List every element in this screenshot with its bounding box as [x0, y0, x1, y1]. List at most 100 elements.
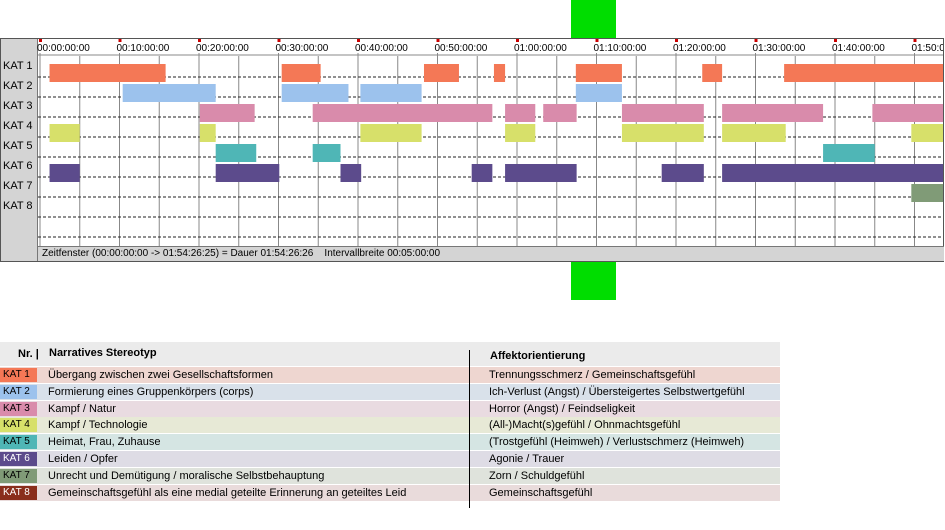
- legend-row: KAT 8 Gemeinschaftsgefühl als eine medial…: [0, 484, 780, 501]
- major-tick-marker: [675, 39, 678, 42]
- segment-kat-6: [340, 164, 362, 182]
- tick-label: 00:40:00:00: [355, 43, 408, 54]
- segment-kat-3: [505, 104, 536, 122]
- segment-kat-3: [543, 104, 577, 122]
- timeline-chart: KAT 1 KAT 2 KAT 3 KAT 4 KAT 5 KAT 6 KAT 7 KAT 8…: [0, 38, 944, 262]
- segment-kat-1: [493, 64, 506, 82]
- legend-row: KAT 2 Formierung eines Gruppenkörpers (co…: [0, 383, 780, 400]
- tick-label: 01:30:00:00: [753, 43, 806, 54]
- major-tick-marker: [357, 39, 360, 42]
- major-tick-marker: [436, 39, 440, 42]
- segment-kat-6: [661, 164, 704, 182]
- affekt-text: (All-)Macht(s)gefühl / Ohnmachtsgefühl: [489, 419, 681, 432]
- header-affekt: Affektorientierung: [490, 350, 586, 362]
- stereotyp-text: Heimat, Frau, Zuhause: [48, 436, 161, 449]
- affekt-text: Agonie / Trauer: [489, 453, 565, 465]
- affekt-text: Horror (Angst) / Feindseligkeit: [489, 402, 636, 415]
- segment-kat-5: [215, 144, 257, 162]
- legend-table: Nr. | Narratives Stereotyp Affektorienti…: [0, 342, 780, 508]
- stereotyp-text: Kampf / Technologie: [48, 419, 148, 432]
- tick-label: 01:00:00:00: [514, 43, 567, 54]
- category-badge: KAT 6: [0, 452, 37, 466]
- tick-label: 01:10:00:00: [594, 43, 647, 54]
- green-marker-bottom: [571, 262, 616, 300]
- segment-kat-7: [911, 184, 943, 202]
- header-nr: Nr. |: [18, 348, 39, 360]
- affekt-text: Gemeinschaftsgefühl: [489, 486, 593, 499]
- segment-kat-3: [621, 104, 704, 122]
- major-tick-marker: [516, 39, 519, 42]
- major-tick-marker: [39, 39, 42, 42]
- green-marker-top: [571, 0, 616, 38]
- major-tick-marker: [595, 39, 599, 42]
- affekt-text: Zorn / Schuldgefühl: [489, 469, 585, 482]
- segment-kat-3: [312, 104, 493, 122]
- segment-kat-5: [823, 144, 875, 162]
- legend-row: KAT 5 Heimat, Frau, Zuhause (Trostgefühl (…: [0, 434, 780, 451]
- segment-kat-2: [122, 84, 216, 102]
- segment-kat-3: [199, 104, 255, 122]
- segment-kat-4: [722, 124, 786, 142]
- legend-row: KAT 1 Übergang zwischen zwei Gesellschaft…: [0, 367, 780, 383]
- major-tick-marker: [277, 39, 281, 42]
- segment-kat-1: [784, 64, 943, 82]
- segment-kat-6: [49, 164, 80, 182]
- segment-kat-3: [872, 104, 943, 122]
- affekt-text: (Trostgefühl (Heimweh) / Verlustschmerz …: [489, 436, 745, 449]
- segment-kat-4: [360, 124, 422, 142]
- tick-label: 00:30:00:00: [276, 43, 329, 54]
- major-tick-marker: [198, 39, 201, 42]
- major-tick-marker: [118, 39, 122, 42]
- segment-kat-1: [49, 64, 166, 82]
- stereotyp-text: Kampf / Natur: [48, 402, 116, 415]
- category-badge: KAT 5: [0, 435, 37, 450]
- legend-row: KAT 4 Kampf / Technologie (All-)Macht(s)ge…: [0, 417, 780, 434]
- category-badge: KAT 4: [0, 418, 37, 433]
- category-badge: KAT 8: [0, 485, 37, 500]
- stereotyp-text: Unrecht und Demütigung / moralische Selb…: [48, 469, 325, 482]
- segment-kat-1: [423, 64, 459, 82]
- legend-row: KAT 6 Leiden / Opfer Agonie / Trauer: [0, 451, 780, 467]
- segment-kat-6: [215, 164, 280, 182]
- legend-header: Nr. | Narratives Stereotyp Affektorienti…: [0, 342, 780, 366]
- major-tick-marker: [754, 39, 758, 42]
- legend-divider: [469, 350, 470, 508]
- category-badge: KAT 3: [0, 401, 37, 416]
- tick-label: 01:40:00:00: [832, 43, 885, 54]
- tick-label: 00:50:00:00: [435, 43, 488, 54]
- stereotyp-text: Leiden / Opfer: [48, 453, 118, 465]
- category-badge: KAT 7: [0, 468, 37, 483]
- segment-kat-5: [312, 144, 341, 162]
- segment-kat-4: [505, 124, 536, 142]
- legend-row: KAT 3 Kampf / Natur Horror (Angst) / Feind…: [0, 400, 780, 417]
- segment-kat-1: [575, 64, 622, 82]
- segment-kat-6: [471, 164, 493, 182]
- stereotyp-text: Übergang zwischen zwei Gesellschaftsform…: [48, 369, 273, 381]
- stereotyp-text: Gemeinschaftsgefühl als eine medial gete…: [48, 486, 407, 499]
- segment-kat-4: [49, 124, 80, 142]
- segment-kat-1: [702, 64, 723, 82]
- tick-label: 01:20:00:00: [673, 43, 726, 54]
- segment-kat-4: [911, 124, 943, 142]
- status-bar: Zeitfenster (00:00:00:00 -> 01:54:26:25)…: [38, 246, 944, 261]
- timeline-plot: 00:00:00:00 00:10:00:00 00:20:00:00 00:30:0…: [37, 39, 944, 246]
- segment-kat-4: [621, 124, 704, 142]
- major-tick-marker: [913, 39, 917, 42]
- tick-label: 00:20:00:00: [196, 43, 249, 54]
- tick-label: 01:50:0: [912, 43, 944, 54]
- segment-kat-2: [281, 84, 349, 102]
- tick-label: 00:10:00:00: [117, 43, 170, 54]
- segment-kat-4: [199, 124, 216, 142]
- major-tick-marker: [834, 39, 837, 42]
- segment-kat-3: [722, 104, 824, 122]
- affekt-text: Trennungsschmerz / Gemeinschaftsgefühl: [489, 369, 696, 381]
- segment-kat-6: [505, 164, 577, 182]
- segment-kat-2: [575, 84, 622, 102]
- category-badge: KAT 1: [0, 368, 37, 382]
- segment-kat-2: [360, 84, 422, 102]
- category-badge: KAT 2: [0, 384, 37, 399]
- segment-kat-6: [722, 164, 943, 182]
- stereotyp-text: Formierung eines Gruppenkörpers (corps): [48, 385, 254, 398]
- tick-label: 00:00:00:00: [37, 43, 90, 54]
- header-stereotyp: Narratives Stereotyp: [49, 347, 157, 359]
